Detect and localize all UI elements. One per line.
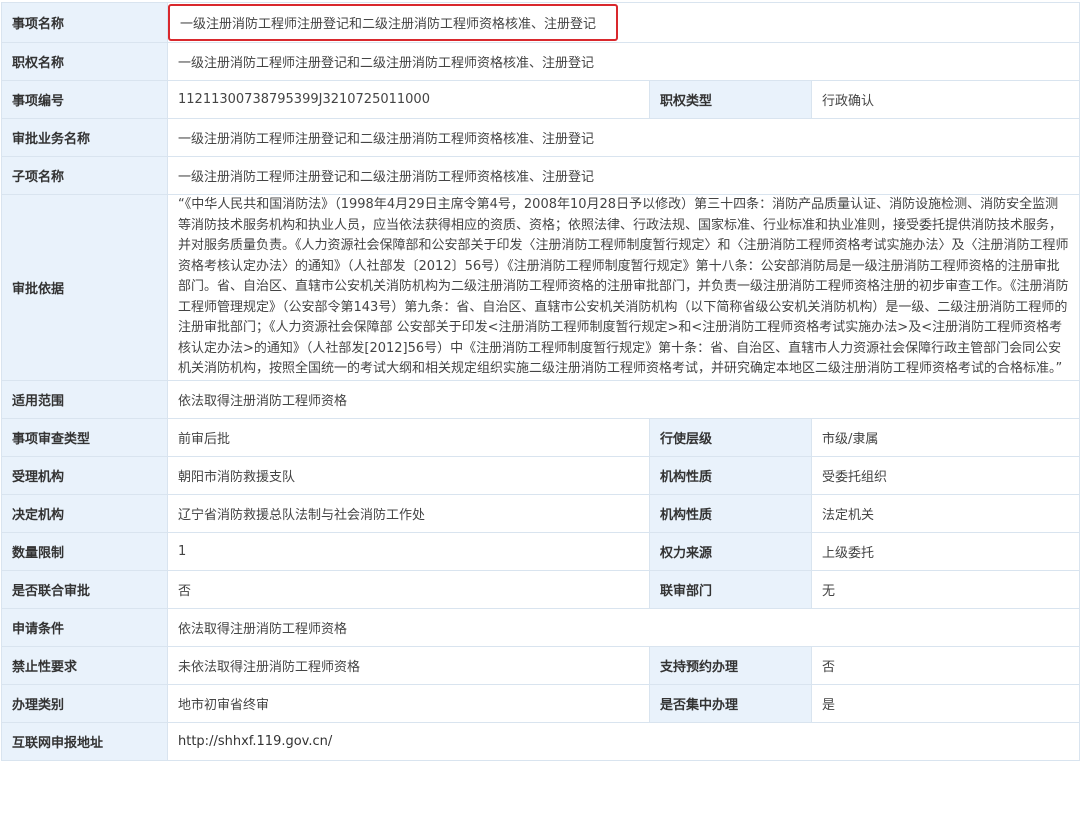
row-joint: 是否联合审批 否 联审部门 无 [1, 569, 1080, 609]
appointment-value: 否 [811, 645, 1080, 685]
sub-item-label: 子项名称 [1, 156, 168, 195]
row-power-name: 职权名称 一级注册消防工程师注册登记和二级注册消防工程师资格核准、注册登记 [1, 42, 1080, 81]
decide-org-nature-value: 法定机关 [811, 493, 1080, 533]
conditions-label: 申请条件 [1, 607, 168, 647]
level-label: 行使层级 [649, 417, 812, 457]
item-code-value: 11211300738795399J3210725011000 [167, 80, 650, 119]
row-category: 办理类别 地市初审省终审 是否集中办理 是 [1, 683, 1080, 723]
category-value: 地市初审省终审 [167, 683, 650, 723]
joint-label: 是否联合审批 [1, 569, 168, 609]
row-review-type: 事项审查类型 前审后批 行使层级 市级/隶属 [1, 417, 1080, 457]
joint-dept-value: 无 [811, 569, 1080, 609]
row-accept-org: 受理机构 朝阳市消防救援支队 机构性质 受委托组织 [1, 455, 1080, 495]
basis-label: 审批依据 [1, 194, 168, 381]
power-name-value: 一级注册消防工程师注册登记和二级注册消防工程师资格核准、注册登记 [167, 42, 1080, 81]
business-name-value: 一级注册消防工程师注册登记和二级注册消防工程师资格核准、注册登记 [167, 118, 1080, 157]
item-info-table: 事项名称 一级注册消防工程师注册登记和二级注册消防工程师资格核准、注册登记 职权… [1, 2, 1080, 761]
appointment-label: 支持预约办理 [649, 645, 812, 685]
joint-dept-label: 联审部门 [649, 569, 812, 609]
quantity-label: 数量限制 [1, 531, 168, 571]
joint-value: 否 [167, 569, 650, 609]
row-item-name: 事项名称 一级注册消防工程师注册登记和二级注册消防工程师资格核准、注册登记 [1, 2, 1080, 43]
row-conditions: 申请条件 依法取得注册消防工程师资格 [1, 607, 1080, 647]
online-address-link[interactable]: http://shhxf.119.gov.cn/ [178, 734, 332, 749]
power-source-label: 权力来源 [649, 531, 812, 571]
row-scope: 适用范围 依法取得注册消防工程师资格 [1, 379, 1080, 419]
centralized-value: 是 [811, 683, 1080, 723]
level-value: 市级/隶属 [811, 417, 1080, 457]
item-name-label: 事项名称 [1, 2, 168, 43]
item-name-value-highlighted: 一级注册消防工程师注册登记和二级注册消防工程师资格核准、注册登记 [168, 4, 619, 41]
accept-org-nature-label: 机构性质 [649, 455, 812, 495]
sub-item-value: 一级注册消防工程师注册登记和二级注册消防工程师资格核准、注册登记 [167, 156, 1080, 195]
power-name-label: 职权名称 [1, 42, 168, 81]
accept-org-value: 朝阳市消防救援支队 [167, 455, 650, 495]
basis-value: “《中华人民共和国消防法》（1998年4月29日主席令第4号，2008年10月2… [167, 194, 1080, 381]
decide-org-label: 决定机构 [1, 493, 168, 533]
power-type-label: 职权类型 [649, 80, 812, 119]
scope-value: 依法取得注册消防工程师资格 [167, 379, 1080, 419]
item-code-label: 事项编号 [1, 80, 168, 119]
review-type-value: 前审后批 [167, 417, 650, 457]
category-label: 办理类别 [1, 683, 168, 723]
row-quantity: 数量限制 1 权力来源 上级委托 [1, 531, 1080, 571]
row-item-code: 事项编号 11211300738795399J3210725011000 职权类… [1, 80, 1080, 119]
accept-org-label: 受理机构 [1, 455, 168, 495]
accept-org-nature-value: 受委托组织 [811, 455, 1080, 495]
row-decide-org: 决定机构 辽宁省消防救援总队法制与社会消防工作处 机构性质 法定机关 [1, 493, 1080, 533]
online-label: 互联网申报地址 [1, 721, 168, 761]
power-source-value: 上级委托 [811, 531, 1080, 571]
decide-org-nature-label: 机构性质 [649, 493, 812, 533]
row-online: 互联网申报地址 http://shhxf.119.gov.cn/ [1, 721, 1080, 761]
conditions-value: 依法取得注册消防工程师资格 [167, 607, 1080, 647]
prohibit-value: 未依法取得注册消防工程师资格 [167, 645, 650, 685]
row-sub-item: 子项名称 一级注册消防工程师注册登记和二级注册消防工程师资格核准、注册登记 [1, 156, 1080, 195]
row-prohibit: 禁止性要求 未依法取得注册消防工程师资格 支持预约办理 否 [1, 645, 1080, 685]
scope-label: 适用范围 [1, 379, 168, 419]
row-business-name: 审批业务名称 一级注册消防工程师注册登记和二级注册消防工程师资格核准、注册登记 [1, 118, 1080, 157]
quantity-value: 1 [167, 531, 650, 571]
row-basis: 审批依据 “《中华人民共和国消防法》（1998年4月29日主席令第4号，2008… [1, 194, 1080, 381]
power-type-value: 行政确认 [811, 80, 1080, 119]
centralized-label: 是否集中办理 [649, 683, 812, 723]
review-type-label: 事项审查类型 [1, 417, 168, 457]
prohibit-label: 禁止性要求 [1, 645, 168, 685]
decide-org-value: 辽宁省消防救援总队法制与社会消防工作处 [167, 493, 650, 533]
business-name-label: 审批业务名称 [1, 118, 168, 157]
